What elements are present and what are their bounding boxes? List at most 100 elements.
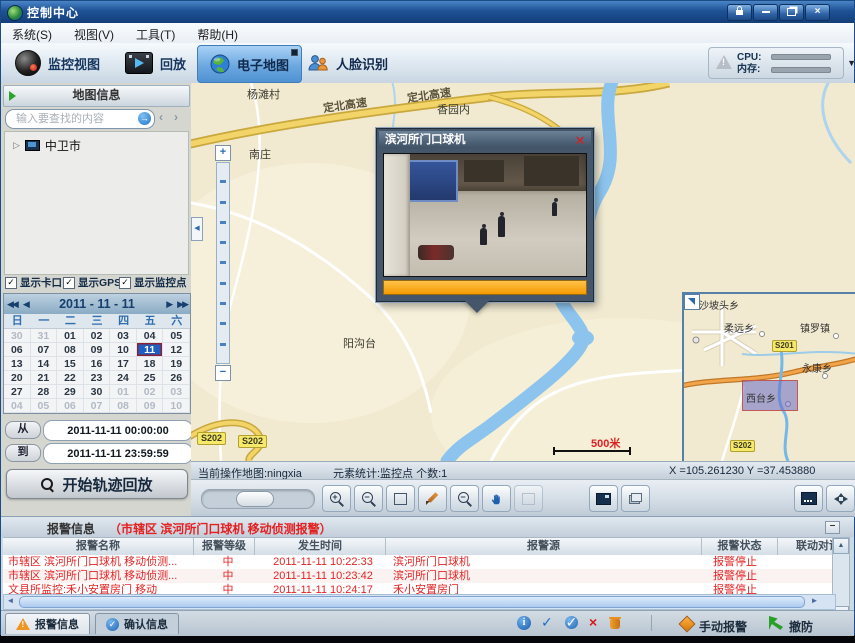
calendar-day[interactable]: 08 [57, 343, 84, 357]
calendar-day[interactable]: 15 [57, 357, 84, 371]
fullscreen-button[interactable] [826, 485, 855, 512]
camera-video-popup[interactable]: 滨河所门口球机 ✕ [376, 128, 594, 302]
tab-electronic-map[interactable]: 电子地图 [197, 45, 302, 83]
alarm-column-header[interactable]: 报警源 [386, 538, 702, 556]
start-track-playback-button[interactable]: 开始轨迹回放 [6, 469, 188, 499]
snapshot-button[interactable] [589, 485, 618, 512]
from-datetime-input[interactable] [43, 420, 193, 441]
calendar-day[interactable]: 18 [137, 357, 164, 371]
zoom-slider-thumb[interactable] [236, 491, 274, 507]
calendar-day[interactable]: 04 [137, 329, 164, 343]
checkbox-icon[interactable]: ✓ [63, 277, 75, 289]
popup-close-icon[interactable]: ✕ [573, 134, 587, 148]
to-datetime-input[interactable] [43, 443, 193, 464]
zoom-slider[interactable] [201, 489, 315, 509]
tab-face-recognition[interactable]: 人脸识别 [295, 45, 400, 81]
scroll-up-icon[interactable]: ▲ [833, 538, 849, 554]
alarm-column-header[interactable]: 联动对讲 [778, 538, 834, 556]
map-canvas[interactable]: 杨滩村 定北高速 定北高速 香园内 南庄 阳沟台 S202 S202 + − ◀… [191, 83, 855, 461]
next-year-icon[interactable]: ▶▶ [174, 299, 190, 310]
video-progress-bar[interactable] [383, 280, 587, 295]
monitor-wall-button[interactable] [794, 485, 823, 512]
next-month-icon[interactable]: ▶ [163, 299, 174, 310]
calendar-day-selected[interactable]: 11 [137, 343, 164, 357]
unlock-button[interactable] [727, 4, 752, 21]
calendar-day[interactable]: 12 [163, 343, 190, 357]
minimize-button[interactable] [753, 4, 778, 21]
monitor-view-button[interactable]: 监控视图 [7, 46, 108, 80]
region-select-button[interactable] [514, 485, 543, 512]
tree-expander-icon[interactable]: ▷ [13, 140, 20, 151]
calendar-day[interactable]: 10 [110, 343, 137, 357]
calendar-day[interactable]: 01 [57, 329, 84, 343]
panel-minimize-button[interactable]: – [825, 521, 840, 534]
calendar-day[interactable]: 01 [110, 385, 137, 399]
hscroll-thumb[interactable] [19, 596, 805, 608]
calendar-day[interactable]: 07 [84, 399, 111, 413]
calendar-day[interactable]: 09 [84, 343, 111, 357]
search-next-icon[interactable]: › [174, 110, 178, 124]
disarm-arrow-icon[interactable] [769, 616, 783, 630]
calendar-day[interactable]: 03 [163, 385, 190, 399]
popup-title-bar[interactable]: 滨河所门口球机 ✕ [379, 131, 591, 149]
minimap-collapse-icon[interactable] [684, 294, 700, 310]
zoom-area-button[interactable]: − [450, 485, 479, 512]
calendar-day[interactable]: 27 [4, 385, 31, 399]
scroll-right-icon[interactable]: ► [808, 595, 821, 607]
search-prev-icon[interactable]: ‹ [159, 110, 163, 124]
checkbox-icon[interactable]: ✓ [119, 277, 131, 289]
check-icon[interactable]: ✓ [541, 614, 553, 631]
calendar-day[interactable]: 08 [110, 399, 137, 413]
delete-x-icon[interactable]: × [589, 614, 597, 630]
calendar-day[interactable]: 24 [110, 371, 137, 385]
restore-button[interactable] [779, 4, 804, 21]
calendar-day[interactable]: 14 [31, 357, 58, 371]
layer-checkbox[interactable]: ✓显示监控点 [119, 275, 187, 290]
alarm-column-header[interactable]: 发生时间 [255, 538, 386, 556]
calendar-day[interactable]: 28 [31, 385, 58, 399]
zoom-out-ladder-button[interactable]: − [215, 365, 231, 381]
menu-item[interactable]: 帮助(H) [186, 23, 249, 43]
alarm-column-header[interactable]: 报警等级 [194, 538, 255, 556]
panel-play-icon[interactable] [9, 91, 16, 101]
info-icon[interactable]: i [517, 616, 531, 630]
alarm-column-header[interactable]: 报警状态 [702, 538, 778, 556]
calendar-day[interactable]: 03 [110, 329, 137, 343]
layer-checkbox[interactable]: ✓显示卡口 [5, 275, 62, 290]
alarm-table-row[interactable]: 市辖区 滨河所门口球机 移动侦测...中2011-11-11 10:22:33滨… [3, 555, 834, 569]
tree-item-zhongwei[interactable]: ▷ 中卫市 [5, 136, 81, 154]
calendar-day[interactable]: 29 [57, 385, 84, 399]
calendar-day[interactable]: 05 [163, 329, 190, 343]
zoom-out-button[interactable]: − [354, 485, 383, 512]
sidebar-collapse-arrow[interactable]: ◀ [191, 217, 203, 241]
pan-button[interactable] [482, 485, 511, 512]
calendar-day[interactable]: 21 [31, 371, 58, 385]
tab-confirm-info[interactable]: ✓ 确认信息 [95, 613, 179, 634]
calendar-day[interactable]: 16 [84, 357, 111, 371]
calendar-day[interactable]: 31 [31, 329, 58, 343]
alarm-column-header[interactable]: 报警名称 [3, 538, 194, 556]
zoom-in-button[interactable]: + [322, 485, 351, 512]
scroll-left-icon[interactable]: ◄ [4, 595, 17, 607]
layers-button[interactable] [621, 485, 650, 512]
search-input[interactable] [14, 111, 133, 127]
chevron-down-icon[interactable]: ▼ [847, 58, 855, 68]
calendar-day[interactable]: 26 [163, 371, 190, 385]
calendar-day[interactable]: 06 [4, 343, 31, 357]
calendar-day[interactable]: 04 [4, 399, 31, 413]
calendar-day[interactable]: 30 [84, 385, 111, 399]
calendar-day[interactable]: 22 [57, 371, 84, 385]
measure-button[interactable] [418, 485, 447, 512]
menu-item[interactable]: 工具(T) [125, 23, 186, 43]
menu-item[interactable]: 系统(S) [1, 23, 63, 43]
calendar-day[interactable]: 07 [31, 343, 58, 357]
calendar-day[interactable]: 20 [4, 371, 31, 385]
rect-select-button[interactable] [386, 485, 415, 512]
calendar-day[interactable]: 02 [84, 329, 111, 343]
search-go-icon[interactable]: → [138, 112, 151, 125]
menu-item[interactable]: 视图(V) [63, 23, 125, 43]
tab-alarm-info[interactable]: 报警信息 [5, 613, 90, 634]
close-button[interactable]: × [805, 4, 830, 21]
overview-minimap[interactable]: 沙坡头乡 柔远乡 镇罗镇 S201 永康乡 西台乡 S202 [682, 292, 855, 461]
calendar-day[interactable]: 23 [84, 371, 111, 385]
